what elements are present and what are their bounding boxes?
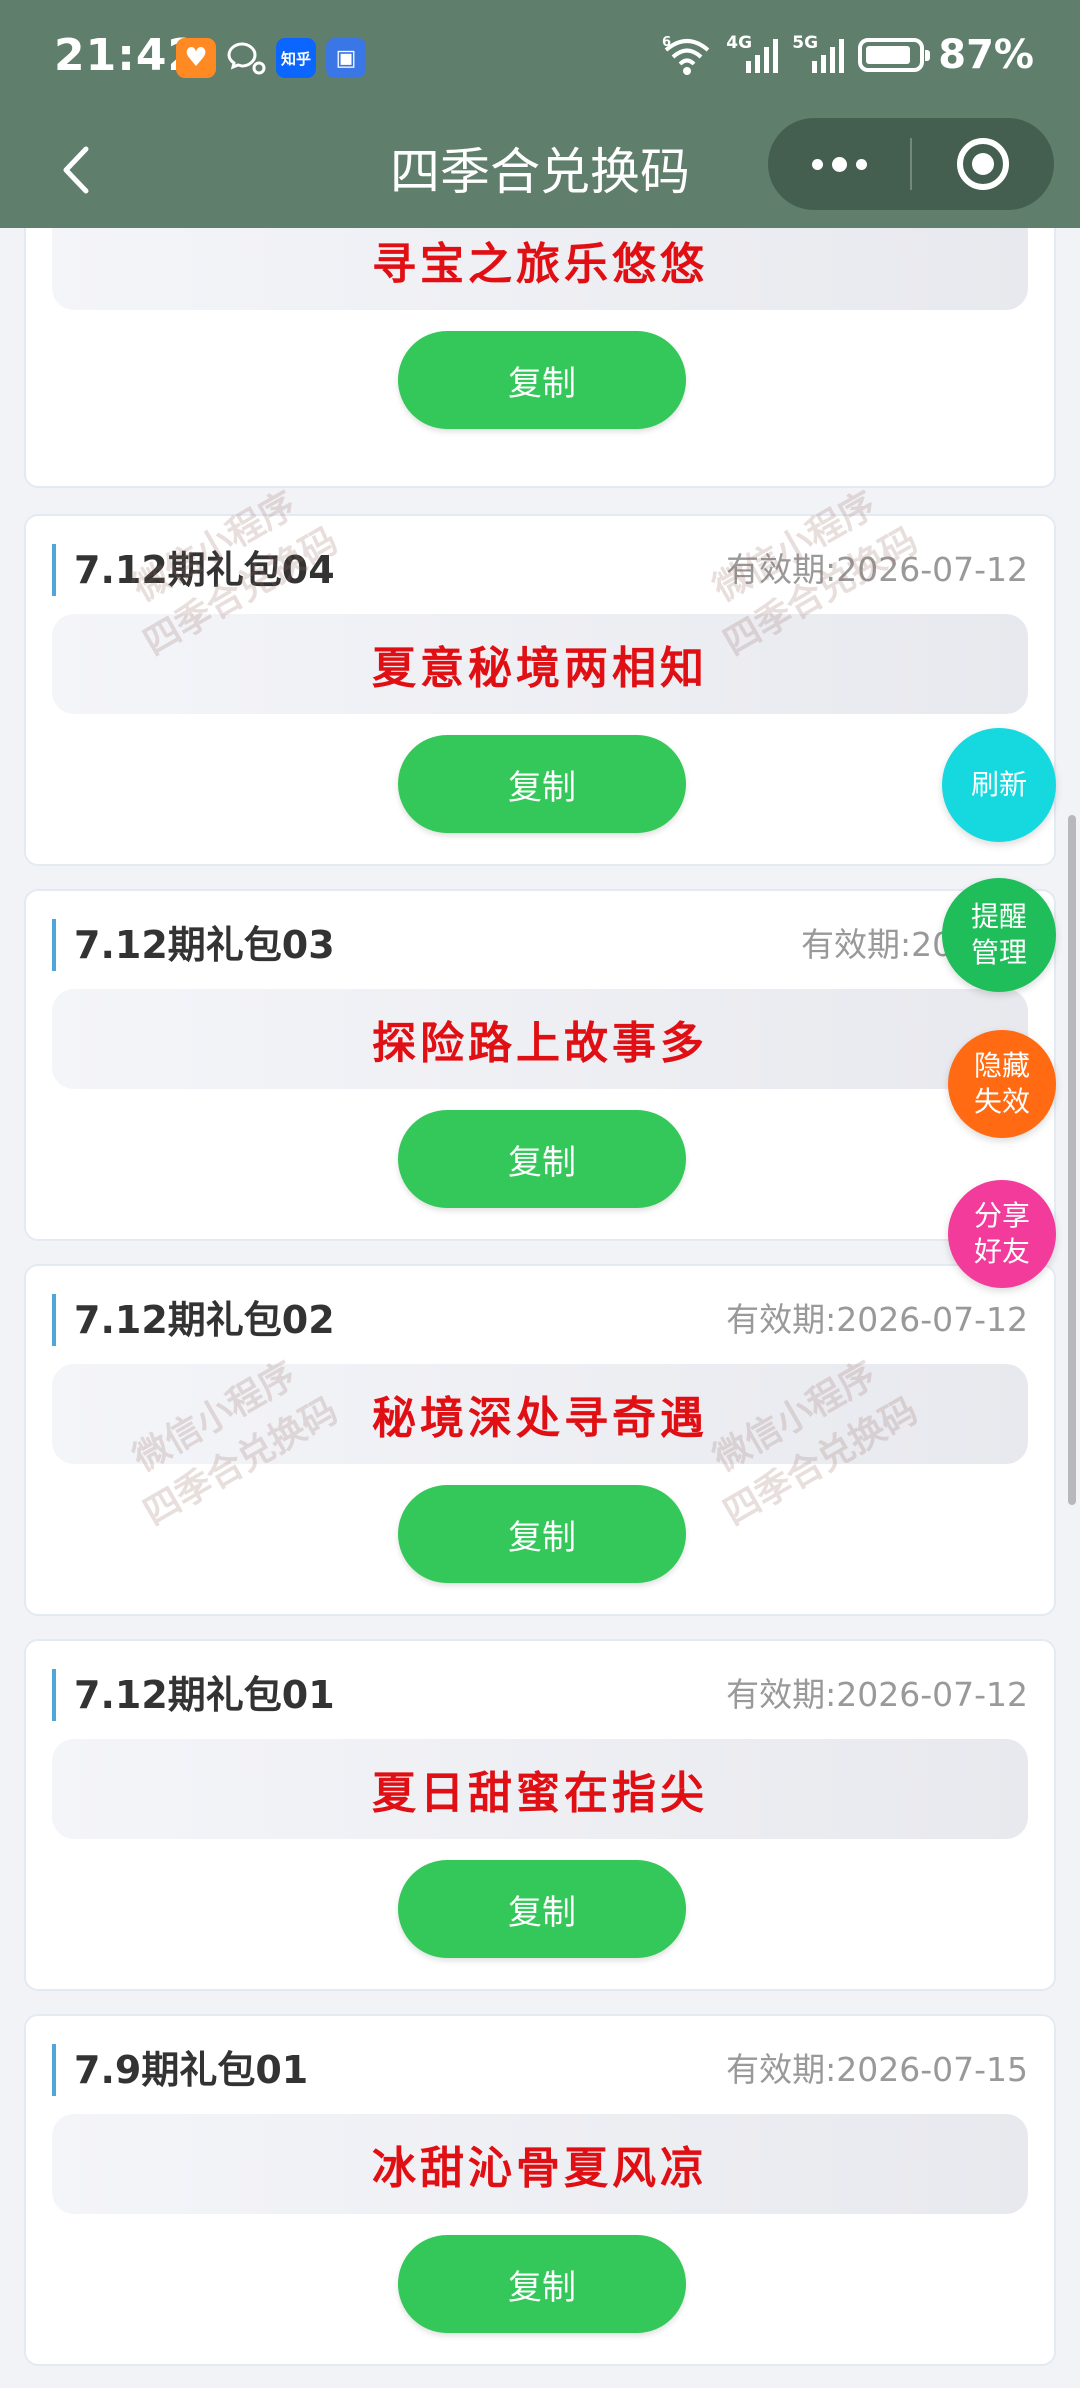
status-indicators: 6 4G 5G 87% [662,32,1034,78]
health-app-icon: ♥ [176,38,216,78]
card-title: 7.9期礼包01 [52,2044,308,2096]
battery-fill [866,46,911,64]
card-title: 7.12期礼包04 [52,544,335,596]
battery-icon [858,38,931,72]
top-bar: 21:42 ♥ 知乎 ▣ 6 4G 5G 87% 四季合兑换码 [0,0,1080,228]
card-header: 7.12期礼包04 有效期:2026-07-12 [52,544,1028,596]
code-card: 7.12期礼包03 有效期:2026-0 探险路上故事多 复制 [24,889,1056,1241]
zhihu-icon: 知乎 [276,38,316,78]
card-title: 7.12期礼包02 [52,1294,335,1346]
hide-invalid-button[interactable]: 隐藏 失效 [948,1030,1056,1138]
reminder-manage-button[interactable]: 提醒 管理 [942,878,1056,992]
code-card: 7.12期礼包02 有效期:2026-07-12 秘境深处寻奇遇 复制 [24,1264,1056,1616]
copy-button[interactable]: 复制 [398,1485,686,1583]
wifi-icon: 6 [662,35,712,75]
copy-button[interactable]: 复制 [398,1110,686,1208]
bank-app-icon: ▣ [326,38,366,78]
code-card: 7.12期礼包01 有效期:2026-07-12 夏日甜蜜在指尖 复制 [24,1639,1056,1991]
copy-button[interactable]: 复制 [398,735,686,833]
more-options-icon[interactable] [768,118,910,210]
status-bar: 21:42 ♥ 知乎 ▣ 6 4G 5G 87% [0,0,1080,118]
card-header: 7.12期礼包02 有效期:2026-07-12 [52,1294,1028,1346]
redeem-code[interactable]: 夏日甜蜜在指尖 [52,1739,1028,1839]
redeem-code[interactable]: 探险路上故事多 [52,989,1028,1089]
card-title: 7.12期礼包01 [52,1669,335,1721]
copy-button[interactable]: 复制 [398,2235,686,2333]
wifi-sup: 6 [662,36,671,50]
redeem-code[interactable]: 寻宝之旅乐悠悠 [52,228,1028,310]
back-icon[interactable] [46,140,106,200]
card-title: 7.12期礼包03 [52,919,335,971]
redeem-code[interactable]: 秘境深处寻奇遇 [52,1364,1028,1464]
card-header: 7.12期礼包03 有效期:2026-0 [52,919,1028,971]
redeem-code[interactable]: 冰甜沁骨夏风凉 [52,2114,1028,2214]
code-card: 寻宝之旅乐悠悠 复制 [24,228,1056,488]
notification-icons: ♥ 知乎 ▣ [176,38,366,78]
copy-button[interactable]: 复制 [398,331,686,429]
share-friends-button[interactable]: 分享 好友 [948,1180,1056,1288]
redeem-code[interactable]: 夏意秘境两相知 [52,614,1028,714]
battery-percent: 87% [938,32,1034,78]
expiry-date: 有效期:2026-07-12 [726,1300,1028,1339]
target-icon [957,138,1009,190]
card-header: 7.12期礼包01 有效期:2026-07-12 [52,1669,1028,1721]
refresh-button[interactable]: 刷新 [942,728,1056,842]
wechat-icon [226,38,266,78]
scrollbar[interactable] [1068,815,1076,1505]
code-list[interactable]: 寻宝之旅乐悠悠 复制 7.12期礼包04 有效期:2026-07-12 夏意秘境… [0,228,1080,2388]
expiry-date: 有效期:2026-07-12 [726,1675,1028,1714]
code-card: 7.12期礼包04 有效期:2026-07-12 夏意秘境两相知 复制 [24,514,1056,866]
navigation-bar: 四季合兑换码 [0,118,1080,228]
expiry-date: 有效期:2026-07-12 [726,550,1028,589]
copy-button[interactable]: 复制 [398,1860,686,1958]
close-miniprogram-button[interactable] [912,118,1054,210]
card-header: 7.9期礼包01 有效期:2026-07-15 [52,2044,1028,2096]
signal-4g-icon: 4G [726,33,779,73]
expiry-date: 有效期:2026-07-15 [726,2050,1028,2089]
miniprogram-capsule [768,118,1054,210]
code-card: 7.9期礼包01 有效期:2026-07-15 冰甜沁骨夏风凉 复制 [24,2014,1056,2366]
signal-5g-icon: 5G [792,33,845,73]
